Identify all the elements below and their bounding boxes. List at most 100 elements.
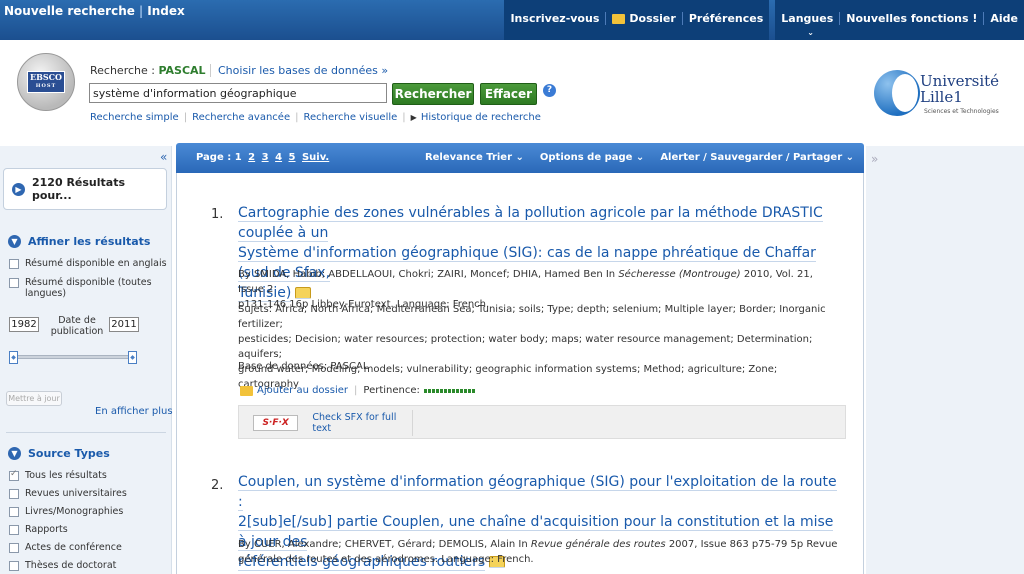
filter-abstract-english[interactable]: Résumé disponible en anglais — [9, 258, 167, 269]
visual-search-link[interactable]: Recherche visuelle — [303, 112, 397, 123]
languages-label: Langues — [781, 12, 834, 25]
filter-label: Résumé disponible en anglais — [25, 258, 167, 269]
chevron-down-icon: ▼ — [8, 447, 21, 460]
divider — [6, 432, 166, 433]
checkbox[interactable] — [9, 469, 19, 481]
result-number: 1. — [211, 207, 224, 222]
source-type-label: Actes de conférence — [25, 542, 122, 553]
university-logo-mark — [874, 70, 920, 116]
source-type-reports[interactable]: Rapports — [9, 524, 68, 535]
preferences-link[interactable]: Préférences — [681, 12, 769, 25]
search-button[interactable]: Rechercher — [392, 83, 474, 105]
folder-icon — [240, 385, 253, 396]
expand-right-icon[interactable]: » — [871, 152, 878, 166]
page-link[interactable]: 4 — [275, 152, 282, 163]
collapse-left-icon[interactable]: « — [160, 150, 167, 164]
advanced-search-link[interactable]: Recherche avancée — [192, 112, 290, 123]
choose-databases-link[interactable]: Choisir les bases de données » — [210, 64, 388, 77]
search-header: EBSCO HOST Recherche : PASCAL Choisir le… — [0, 40, 1024, 140]
university-name-line2: Lille1 — [920, 88, 963, 106]
source-type-label: Rapports — [25, 524, 68, 535]
result-database: Base de données: PASCAL — [238, 361, 369, 372]
filter-abstract-all-languages[interactable]: Résumé disponible (toutes langues) — [9, 277, 159, 299]
date-label: Date de publication — [50, 315, 104, 337]
checkbox[interactable] — [9, 507, 19, 517]
slider-handle-right[interactable]: ◆ — [128, 351, 137, 364]
results-count: 2120 Résultats pour... — [32, 176, 126, 202]
checkbox[interactable] — [9, 259, 19, 269]
sfx-link-text: Check SFX for full text — [312, 412, 397, 434]
checkbox[interactable] — [9, 561, 19, 571]
page-label: Page : — [196, 152, 235, 163]
ebsco-logo[interactable]: EBSCO HOST — [17, 53, 75, 111]
clear-button[interactable]: Effacer — [480, 83, 537, 105]
result-actions: Ajouter au dossier | Pertinence: — [240, 385, 476, 396]
search-input[interactable] — [89, 83, 387, 103]
sort-menu[interactable]: Relevance Trier ⌄ — [425, 152, 524, 163]
folder-label: Dossier — [629, 12, 676, 25]
new-search-link[interactable]: Nouvelle recherche — [0, 4, 139, 18]
date-to-input[interactable]: 2011 — [109, 317, 139, 332]
source-type-label: Livres/Monographies — [25, 506, 124, 517]
refine-results-heading[interactable]: ▼ Affiner les résultats — [8, 235, 150, 248]
chevron-down-icon: ▼ — [8, 235, 21, 248]
source-type-theses[interactable]: Thèses de doctorat — [9, 560, 116, 571]
university-name-line1: Université — [920, 72, 1000, 90]
relevance-label: Pertinence: — [363, 385, 420, 396]
help-icon[interactable]: ? — [543, 84, 556, 97]
page-link[interactable]: 5 — [289, 152, 296, 163]
separator: | — [402, 112, 406, 123]
separator: | — [354, 385, 358, 396]
chevron-down-icon: ⌄ — [807, 28, 814, 37]
results-count-box[interactable]: ▶ 2120 Résultats pour... — [3, 168, 167, 210]
subscribe-link[interactable]: Inscrivez-vous — [504, 12, 605, 25]
checkbox[interactable] — [9, 278, 19, 288]
ebsco-logo-bottom: HOST — [35, 83, 57, 89]
results-toolbar: Page : 1 2 3 4 5 Suiv. Relevance Trier ⌄… — [176, 143, 864, 173]
sfx-link[interactable]: S·F·X Check SFX for full text — [245, 410, 413, 436]
ebsco-logo-top: EBSCO — [30, 72, 62, 82]
date-from-input[interactable]: 1982 — [9, 317, 39, 332]
folder-link[interactable]: Dossier — [605, 12, 681, 25]
date-range-slider[interactable]: ◆ ◆ — [9, 351, 137, 364]
source-type-all[interactable]: Tous les résultats — [9, 469, 107, 481]
checkbox[interactable] — [9, 525, 19, 535]
database-name: PASCAL — [158, 64, 206, 77]
source-type-label: Tous les résultats — [25, 470, 107, 481]
languages-menu[interactable]: Langues ⌄ — [775, 12, 839, 37]
source-type-journals[interactable]: Revues universitaires — [9, 488, 127, 499]
search-label-prefix: Recherche : — [90, 64, 159, 77]
index-link[interactable]: Index — [143, 4, 188, 18]
slider-handle-left[interactable]: ◆ — [9, 351, 18, 364]
page-link[interactable]: 2 — [248, 152, 255, 163]
update-button[interactable]: Mettre à jour — [6, 391, 62, 406]
checkbox[interactable] — [9, 489, 19, 499]
result-title-line: Couplen, un système d'information géogra… — [238, 474, 837, 511]
top-navigation-bar: Nouvelle recherche | Index Inscrivez-vous … — [0, 0, 1024, 40]
ebsco-logo-text: EBSCO HOST — [27, 71, 65, 93]
source-type-conference[interactable]: Actes de conférence — [9, 542, 122, 553]
checkbox[interactable] — [9, 543, 19, 553]
page-link[interactable]: 3 — [262, 152, 269, 163]
add-to-folder-link[interactable]: Ajouter au dossier — [257, 385, 348, 396]
right-sidebar — [866, 146, 1024, 574]
result-subjects: Sujets: Africa; North Africa; Mediterran… — [238, 302, 838, 392]
alert-save-share-menu[interactable]: Alerter / Sauvegarder / Partager ⌄ — [660, 152, 854, 163]
chevron-right-icon: ▶ — [12, 182, 25, 196]
show-more-link[interactable]: En afficher plus » — [95, 406, 182, 417]
triangle-right-icon: ▶ — [410, 113, 417, 122]
simple-search-link[interactable]: Recherche simple — [90, 112, 179, 123]
source-type-label: Thèses de doctorat — [25, 560, 117, 571]
source-types-title: Source Types — [28, 447, 110, 460]
search-history-link[interactable]: Historique de recherche — [421, 112, 541, 123]
separator: | — [183, 112, 188, 123]
help-link[interactable]: Aide — [983, 12, 1024, 25]
citation-journal: Revue générale des routes — [530, 539, 666, 550]
new-features-link[interactable]: Nouvelles fonctions ! — [839, 12, 983, 25]
sfx-logo-icon: S·F·X — [253, 415, 299, 431]
next-page-link[interactable]: Suiv. — [302, 152, 329, 163]
source-type-books[interactable]: Livres/Monographies — [9, 506, 123, 517]
page-options-menu[interactable]: Options de page ⌄ — [540, 152, 644, 163]
relevance-bar — [423, 388, 476, 393]
source-types-heading[interactable]: ▼ Source Types — [8, 447, 110, 460]
